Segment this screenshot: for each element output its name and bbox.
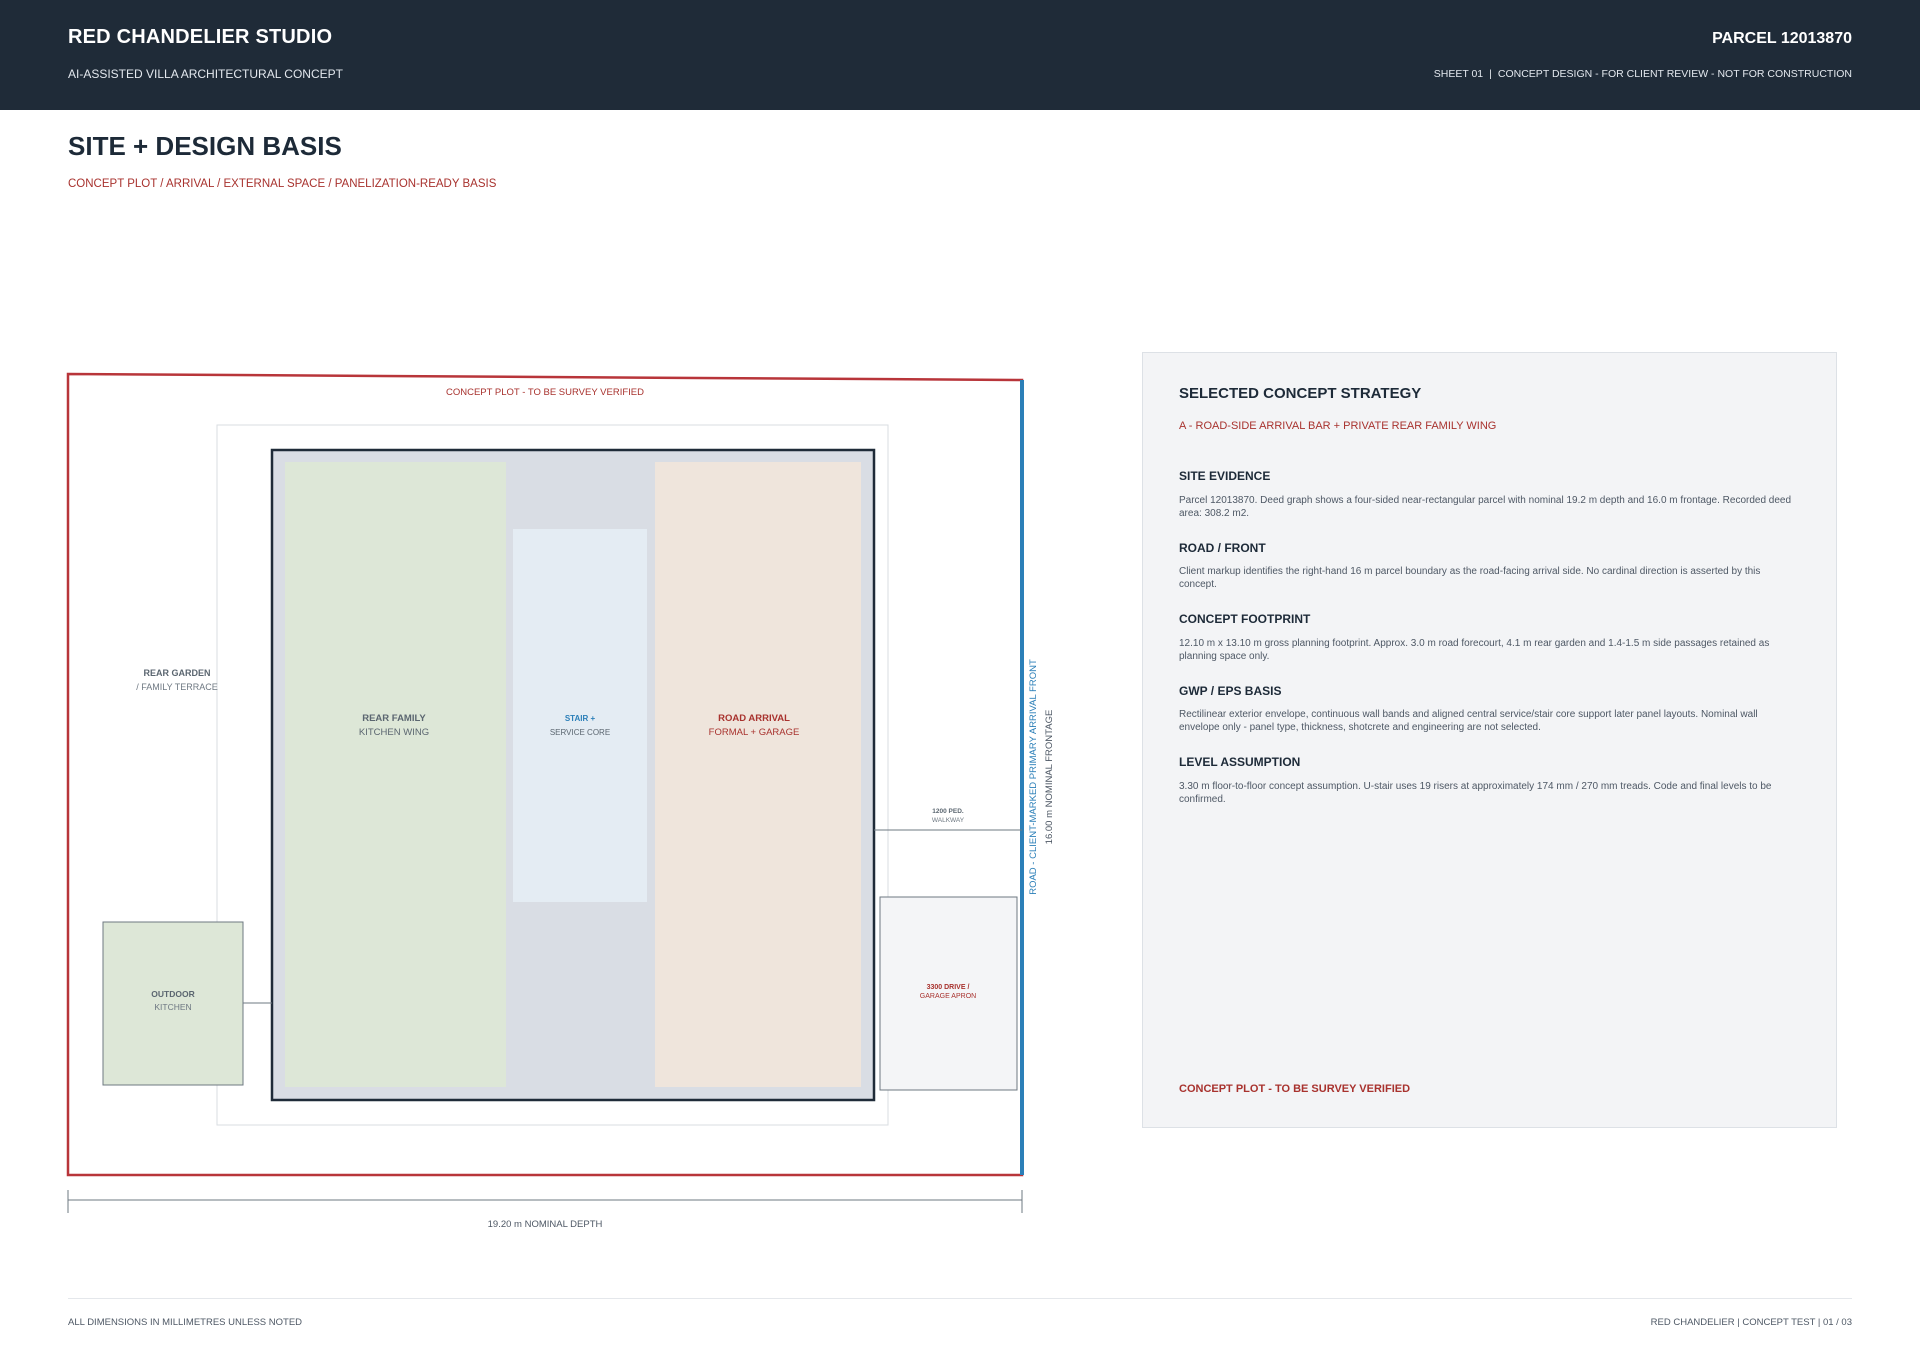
survey-note: CONCEPT PLOT - TO BE SURVEY VERIFIED — [1179, 1083, 1411, 1095]
depth-dimension-label: 19.20 m NOMINAL DEPTH — [488, 1219, 603, 1230]
drive-sublabel: GARAGE APRON — [920, 993, 976, 1000]
section-heading-concept-footprint: CONCEPT FOOTPRINT — [1179, 612, 1311, 626]
footer-sheet-ref: RED CHANDELIER | CONCEPT TEST | 01 / 03 — [1650, 1317, 1852, 1328]
road-arrival-zone — [655, 462, 861, 1087]
section-body-concept-footprint: 12.10 m x 13.10 m gross planning footpri… — [1179, 638, 1770, 662]
section-body-gwp-eps-basis: Rectilinear exterior envelope, continuou… — [1179, 709, 1758, 733]
outdoor-kitchen-label: OUTDOOR — [151, 989, 194, 999]
section-body-level-assumption: 3.30 m floor-to-floor concept assumption… — [1179, 781, 1772, 805]
section-body-site-evidence: Parcel 12013870. Deed graph shows a four… — [1179, 495, 1792, 519]
section-heading-site-evidence: SITE EVIDENCE — [1179, 469, 1271, 483]
plot-label: CONCEPT PLOT - TO BE SURVEY VERIFIED — [446, 387, 644, 398]
road-front-label: ROAD - CLIENT-MARKED PRIMARY ARRIVAL FRO… — [1028, 659, 1039, 895]
outdoor-kitchen-sublabel: KITCHEN — [154, 1002, 191, 1012]
road-arrival-sublabel: FORMAL + GARAGE — [709, 727, 800, 738]
rear-family-sublabel: KITCHEN WING — [359, 727, 429, 738]
frontage-dimension-label: 16.00 m NOMINAL FRONTAGE — [1044, 710, 1055, 845]
footer-divider — [68, 1298, 1852, 1299]
rear-family-label: REAR FAMILY — [362, 713, 426, 724]
road-arrival-label: ROAD ARRIVAL — [718, 713, 790, 724]
rear-family-zone — [285, 462, 506, 1087]
section-heading-gwp-eps-basis: GWP / EPS BASIS — [1179, 684, 1282, 698]
footer-units-note: ALL DIMENSIONS IN MILLIMETRES UNLESS NOT… — [68, 1317, 303, 1328]
selected-strategy: A - ROAD-SIDE ARRIVAL BAR + PRIVATE REAR… — [1179, 420, 1497, 432]
walkway-sublabel: WALKWAY — [932, 817, 965, 824]
stair-core-label: STAIR + — [565, 714, 596, 723]
section-heading-level-assumption: LEVEL ASSUMPTION — [1179, 755, 1301, 769]
panel-title: SELECTED CONCEPT STRATEGY — [1179, 385, 1422, 402]
drive-label: 3300 DRIVE / — [927, 984, 970, 991]
rear-garden-label: REAR GARDEN — [143, 668, 210, 678]
rear-garden-sublabel: / FAMILY TERRACE — [136, 682, 218, 692]
section-body-road-front: Client markup identifies the right-hand … — [1179, 566, 1761, 590]
stair-core-sublabel: SERVICE CORE — [550, 728, 610, 737]
walkway-label: 1200 PED. — [932, 808, 964, 815]
section-heading-road-front: ROAD / FRONT — [1179, 541, 1266, 555]
